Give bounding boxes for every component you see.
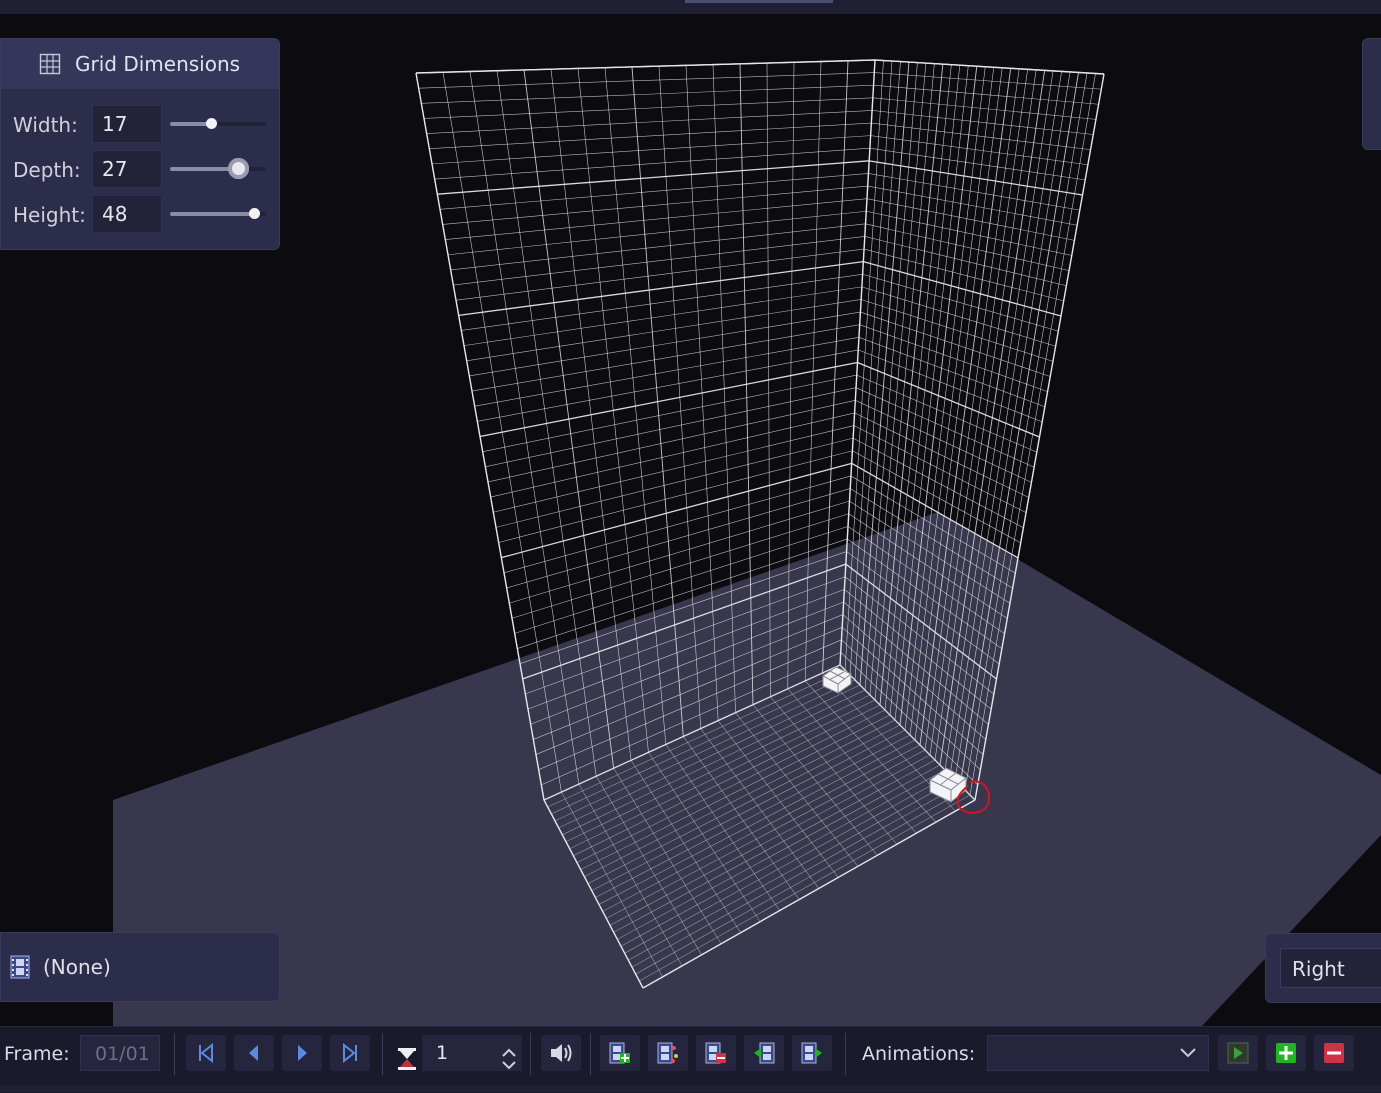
status-strip <box>0 1085 1381 1092</box>
sound-button[interactable] <box>541 1035 581 1071</box>
height-slider[interactable] <box>170 208 266 219</box>
previous-icon <box>249 1045 258 1061</box>
depth-input[interactable]: 27 <box>92 150 162 188</box>
animations-dropdown[interactable] <box>987 1035 1209 1071</box>
animations-label: Animations: <box>862 1043 976 1065</box>
delete-frame-icon <box>705 1042 726 1064</box>
add-frame-icon <box>609 1042 630 1064</box>
grid-dimensions-header[interactable]: Grid Dimensions <box>1 39 279 89</box>
width-label: Width: <box>13 113 78 137</box>
grid-dimensions-title: Grid Dimensions <box>75 52 241 76</box>
play-icon <box>1227 1042 1249 1064</box>
frame-label: Frame: <box>4 1043 70 1065</box>
frame-effects-button[interactable] <box>648 1035 688 1071</box>
depth-label: Depth: <box>13 158 81 182</box>
play-animation-button[interactable] <box>1218 1035 1258 1071</box>
depth-slider[interactable] <box>170 158 266 179</box>
width-row: Width: 17 <box>1 105 279 145</box>
view-selector-button[interactable]: Right <box>1280 948 1381 988</box>
width-slider-handle[interactable] <box>206 118 218 129</box>
previous-frame-button[interactable] <box>234 1035 274 1071</box>
frame-input[interactable]: 01/01 <box>80 1035 160 1071</box>
width-input[interactable]: 17 <box>92 105 162 143</box>
grid-dimensions-panel: Grid Dimensions Width: 17 Depth: 27 Heig… <box>0 38 280 250</box>
move-frame-left-icon <box>754 1042 775 1064</box>
grid-icon <box>39 53 61 75</box>
next-icon <box>298 1045 307 1061</box>
height-slider-handle[interactable] <box>248 208 260 219</box>
move-frame-left-button[interactable] <box>744 1035 784 1071</box>
divider <box>845 1033 846 1075</box>
top-tab-strip <box>0 0 1381 14</box>
last-frame-button[interactable] <box>330 1035 370 1071</box>
remove-animation-button[interactable] <box>1314 1035 1354 1071</box>
film-strip-icon <box>10 955 30 979</box>
active-tab-indicator[interactable] <box>685 0 833 3</box>
hourglass-icon <box>398 1048 416 1070</box>
sparkle-frame-icon <box>657 1042 678 1064</box>
delete-frame-button[interactable] <box>696 1035 736 1071</box>
view-panel: Right <box>1265 933 1381 1003</box>
chevron-down-icon <box>1180 1048 1196 1058</box>
divider <box>174 1033 175 1075</box>
move-frame-right-icon <box>801 1042 822 1064</box>
divider <box>382 1033 383 1075</box>
add-frame-button[interactable] <box>600 1035 640 1071</box>
divider <box>530 1033 531 1075</box>
timeline-bar: Frame: 01/01 1 Animations: <box>0 1026 1381 1093</box>
divider <box>590 1033 591 1075</box>
animation-panel[interactable]: (None) <box>0 932 280 1002</box>
depth-slider-handle[interactable] <box>228 158 250 179</box>
right-side-tab[interactable] <box>1362 38 1381 150</box>
next-frame-button[interactable] <box>282 1035 322 1071</box>
depth-row: Depth: 27 <box>1 150 279 190</box>
minus-icon <box>1324 1043 1344 1063</box>
animation-name: (None) <box>43 955 111 979</box>
skip-to-end-icon <box>343 1043 357 1063</box>
speaker-icon <box>551 1044 572 1062</box>
height-row: Height: 48 <box>1 195 279 235</box>
plus-icon <box>1276 1043 1296 1063</box>
skip-to-start-icon <box>199 1043 213 1063</box>
add-animation-button[interactable] <box>1266 1035 1306 1071</box>
height-label: Height: <box>13 203 86 227</box>
width-slider[interactable] <box>170 118 266 129</box>
spinner-arrows-icon[interactable] <box>500 1041 518 1077</box>
move-frame-right-button[interactable] <box>792 1035 832 1071</box>
height-input[interactable]: 48 <box>92 195 162 233</box>
first-frame-button[interactable] <box>186 1035 226 1071</box>
